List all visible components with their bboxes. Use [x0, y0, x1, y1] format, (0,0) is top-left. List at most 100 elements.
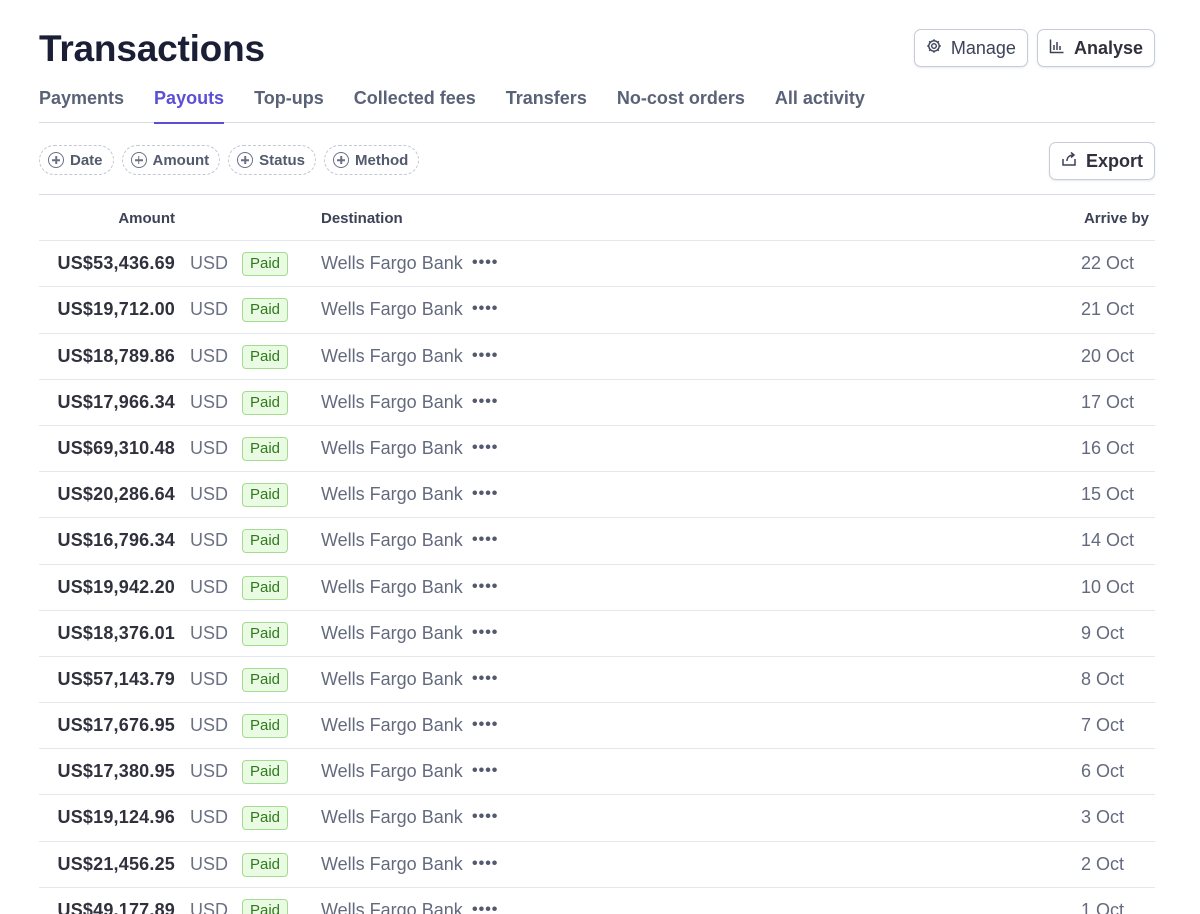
- payout-arrive-by: 16 Oct: [1081, 437, 1135, 458]
- payout-amount: US$49,177.89: [57, 899, 175, 914]
- payout-currency: USD: [190, 345, 229, 366]
- column-header-amount[interactable]: Amount: [118, 210, 175, 227]
- payout-amount: US$17,966.34: [57, 391, 175, 412]
- status-badge: Paid: [242, 344, 289, 369]
- gear-icon: [926, 38, 942, 59]
- tab-all-activity[interactable]: All activity: [775, 83, 865, 123]
- payout-currency: USD: [190, 530, 229, 551]
- status-badge: Paid: [242, 483, 289, 508]
- tab-collected-fees[interactable]: Collected fees: [354, 83, 476, 123]
- filter-amount-chip[interactable]: Amount: [121, 145, 221, 175]
- bar-chart-icon: [1049, 38, 1065, 59]
- payout-currency: USD: [190, 391, 229, 412]
- payout-amount: US$18,789.86: [57, 345, 175, 366]
- status-badge: Paid: [242, 852, 289, 877]
- payout-amount: US$19,712.00: [57, 299, 175, 320]
- account-mask: ••••: [472, 762, 499, 780]
- payout-destination: Wells Fargo Bank: [321, 253, 463, 274]
- payout-destination: Wells Fargo Bank: [321, 345, 463, 366]
- filter-chips: Date Amount Status Method: [39, 145, 1155, 175]
- filter-date-label: Date: [70, 151, 103, 169]
- export-icon: [1061, 151, 1077, 172]
- manage-label: Manage: [950, 37, 1016, 58]
- payout-currency: USD: [190, 761, 229, 782]
- filter-date-chip[interactable]: Date: [39, 145, 114, 175]
- payout-arrive-by: 15 Oct: [1081, 484, 1135, 505]
- filter-method-label: Method: [355, 151, 409, 169]
- payout-currency: USD: [190, 299, 229, 320]
- tab-top-ups[interactable]: Top-ups: [254, 83, 324, 123]
- status-badge: Paid: [242, 667, 289, 692]
- payout-destination: Wells Fargo Bank: [321, 299, 463, 320]
- payout-destination: Wells Fargo Bank: [321, 853, 463, 874]
- account-mask: ••••: [472, 392, 499, 410]
- payout-arrive-by: 8 Oct: [1081, 668, 1125, 689]
- page-title: Transactions: [39, 28, 265, 69]
- table-row[interactable]: US$17,380.95 USD Paid Wells Fargo Bank •••• 6…: [39, 749, 1155, 796]
- payout-arrive-by: 20 Oct: [1081, 345, 1135, 366]
- account-mask: ••••: [472, 346, 499, 364]
- table-row[interactable]: US$19,124.96 USD Paid Wells Fargo Bank •••• 3…: [39, 795, 1155, 842]
- status-badge: Paid: [242, 898, 289, 914]
- account-mask: ••••: [472, 254, 499, 272]
- tab-bar: Payments Payouts Top-ups Collected fees …: [39, 83, 1155, 124]
- filter-method-chip[interactable]: Method: [324, 145, 420, 175]
- account-mask: ••••: [472, 485, 499, 503]
- table-row[interactable]: US$16,796.34 USD Paid Wells Fargo Bank •••• 1…: [39, 518, 1155, 565]
- table-row[interactable]: US$20,286.64 USD Paid Wells Fargo Bank •••• 1…: [39, 472, 1155, 519]
- header-actions: Manage Analyse: [913, 29, 1155, 67]
- table-row[interactable]: US$18,789.86 USD Paid Wells Fargo Bank •••• 2…: [39, 334, 1155, 380]
- payout-arrive-by: 9 Oct: [1081, 622, 1125, 643]
- account-mask: ••••: [472, 531, 499, 549]
- status-badge: Paid: [242, 252, 289, 277]
- payout-arrive-by: 1 Oct: [1081, 899, 1125, 914]
- account-mask: ••••: [472, 808, 499, 826]
- payout-amount: US$19,942.20: [57, 576, 175, 597]
- analyse-label: Analyse: [1073, 37, 1143, 58]
- table-header: Amount Destination Arrive by: [39, 195, 1155, 242]
- filter-status-chip[interactable]: Status: [228, 145, 317, 175]
- status-badge: Paid: [242, 760, 289, 785]
- table-row[interactable]: US$21,456.25 USD Paid Wells Fargo Bank •••• 2…: [39, 842, 1155, 888]
- tab-transfers[interactable]: Transfers: [506, 83, 587, 123]
- plus-circle-icon: [130, 152, 147, 168]
- filter-status-label: Status: [259, 151, 306, 169]
- payout-destination: Wells Fargo Bank: [321, 715, 463, 736]
- table-row[interactable]: US$19,712.00 USD Paid Wells Fargo Bank •••• 2…: [39, 287, 1155, 334]
- table-row[interactable]: US$69,310.48 USD Paid Wells Fargo Bank •••• 1…: [39, 426, 1155, 473]
- status-badge: Paid: [242, 529, 289, 554]
- header: Transactions Manage Analyse: [39, 26, 1155, 70]
- payout-currency: USD: [190, 853, 229, 874]
- table-row[interactable]: US$18,376.01 USD Paid Wells Fargo Bank •••• 9…: [39, 611, 1155, 657]
- analyse-button[interactable]: Analyse: [1036, 29, 1155, 67]
- manage-button[interactable]: Manage: [913, 29, 1028, 67]
- payout-amount: US$17,380.95: [57, 761, 175, 782]
- table-row[interactable]: US$53,436.69 USD Paid Wells Fargo Bank •••• 2…: [39, 241, 1155, 288]
- payout-arrive-by: 21 Oct: [1081, 299, 1135, 320]
- status-badge: Paid: [242, 621, 289, 646]
- column-header-arrive-by[interactable]: Arrive by: [1084, 210, 1149, 227]
- plus-circle-icon: [333, 152, 350, 168]
- payout-currency: USD: [190, 484, 229, 505]
- account-mask: ••••: [472, 623, 499, 641]
- table-row[interactable]: US$57,143.79 USD Paid Wells Fargo Bank •••• 8…: [39, 657, 1155, 704]
- column-header-destination[interactable]: Destination: [321, 210, 403, 227]
- payout-arrive-by: 14 Oct: [1081, 530, 1135, 551]
- page: Transactions Manage Analyse Payments Pay…: [0, 0, 1200, 914]
- table-row[interactable]: US$49,177.89 USD Paid Wells Fargo Bank •••• 1…: [39, 888, 1155, 914]
- tab-no-cost-orders[interactable]: No-cost orders: [617, 83, 745, 123]
- tab-payouts[interactable]: Payouts: [154, 83, 225, 124]
- export-button[interactable]: Export: [1048, 142, 1155, 180]
- payout-amount: US$53,436.69: [57, 253, 175, 274]
- payout-arrive-by: 22 Oct: [1081, 253, 1135, 274]
- table-row[interactable]: US$17,966.34 USD Paid Wells Fargo Bank •••• 1…: [39, 380, 1155, 426]
- table-row[interactable]: US$19,942.20 USD Paid Wells Fargo Bank •••• 1…: [39, 565, 1155, 611]
- table-row[interactable]: US$17,676.95 USD Paid Wells Fargo Bank •••• 7…: [39, 703, 1155, 750]
- payout-destination: Wells Fargo Bank: [321, 530, 463, 551]
- tab-payments[interactable]: Payments: [39, 83, 124, 123]
- payout-currency: USD: [190, 622, 229, 643]
- table-body: US$53,436.69 USD Paid Wells Fargo Bank •••• 2…: [39, 241, 1155, 914]
- account-mask: ••••: [472, 577, 499, 595]
- account-mask: ••••: [472, 900, 499, 914]
- payout-destination: Wells Fargo Bank: [321, 622, 463, 643]
